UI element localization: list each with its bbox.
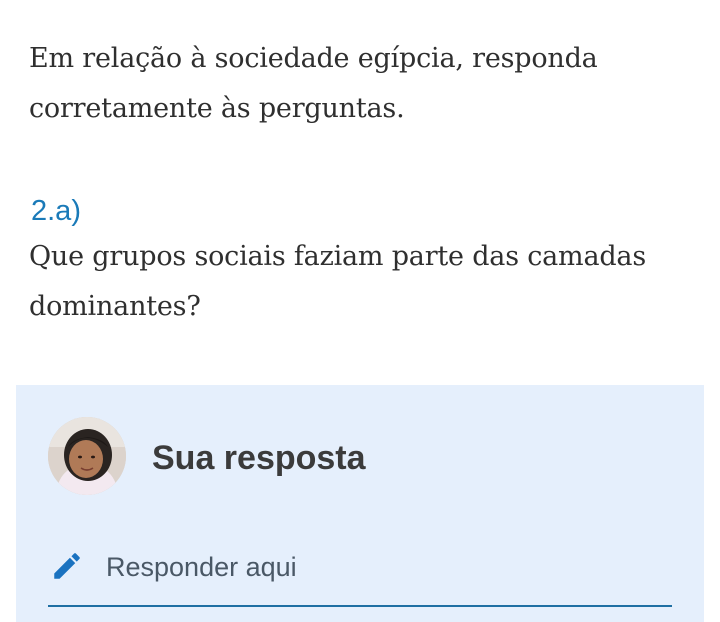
answer-title: Sua resposta <box>152 439 366 477</box>
reply-placeholder[interactable]: Responder aqui <box>106 552 297 583</box>
question-intro: Em relação à sociedade egípcia, responda… <box>29 43 598 124</box>
question-number: 2.a) <box>31 195 81 227</box>
question-text: Que grupos sociais faziam parte das cama… <box>29 241 646 322</box>
answer-panel: Sua resposta Responder aqui <box>16 385 704 622</box>
avatar <box>48 417 126 495</box>
user-avatar-icon <box>48 417 126 495</box>
reply-field[interactable]: Responder aqui <box>48 535 672 607</box>
pencil-icon <box>54 553 80 579</box>
